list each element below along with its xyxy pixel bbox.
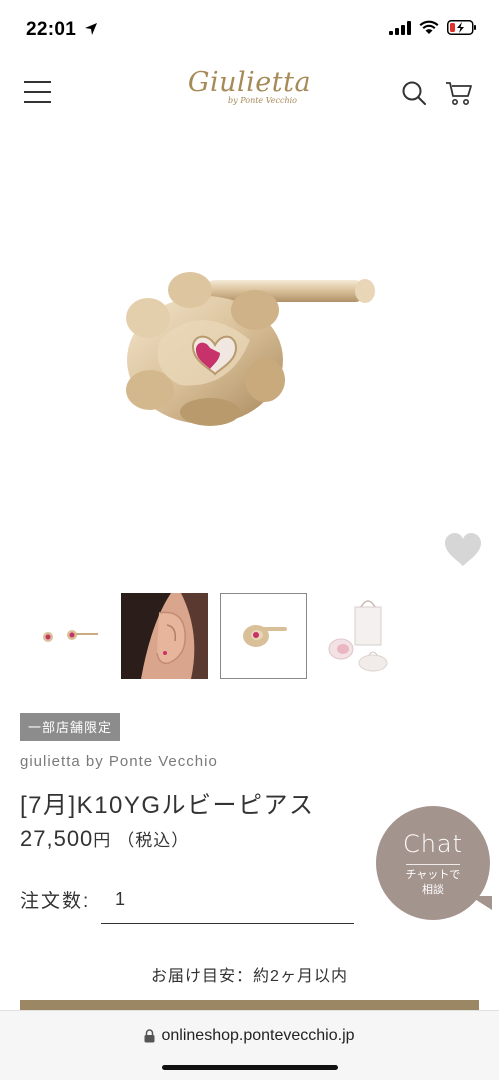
product-main-image[interactable] [0,140,499,580]
signal-icon [389,20,411,35]
lock-icon [144,1029,155,1043]
price-unit: 円 [93,831,112,850]
thumbnail-earring-pair[interactable] [22,593,109,679]
brand-name[interactable]: giulietta by Ponte Vecchio [20,753,218,770]
price-value: 27,500 [20,826,94,851]
quantity-input[interactable]: 1 [101,880,354,924]
url-row[interactable]: onlineshop.pontevecchio.jp [0,1027,499,1045]
home-indicator[interactable] [162,1065,338,1070]
location-arrow-icon [84,23,97,35]
price-row: 27,500円 （税込） [20,826,189,852]
chat-bubble-tail [470,896,492,910]
product-title: [7月]K10YGルビーピアス [20,792,315,819]
delivery-estimate: お届け目安：約2ヶ月以内 [151,968,348,985]
price-tax-note: （税込） [117,831,190,850]
chat-button[interactable]: Chat チャットで 相談 [376,806,492,920]
site-header: Giulietta by Ponte Vecchio [0,62,499,122]
favorite-heart-icon[interactable] [443,532,483,568]
status-icons [389,20,477,35]
logo-sub-text: by Ponte Vecchio [228,96,297,105]
chat-divider [406,864,460,865]
thumbnail-earring-worn[interactable] [121,593,208,679]
wifi-icon [419,20,439,34]
browser-address-bar[interactable]: onlineshop.pontevecchio.jp [0,1010,499,1080]
earring-illustration [126,272,375,426]
thumbnail-packaging[interactable] [319,593,406,679]
status-time: 22:01 [26,19,98,41]
chat-title: Chat [402,830,464,858]
chat-subtitle-line2: 相談 [422,884,444,896]
thumbnail-strip [22,593,406,679]
quantity-value: 1 [115,889,126,909]
status-bar: 22:01 [0,0,499,58]
quantity-label: 注文数: [20,891,91,912]
logo-main-text: Giulietta [187,67,312,98]
chat-subtitle-line1: チャットで [405,869,461,881]
menu-icon[interactable] [24,81,51,103]
url-text: onlineshop.pontevecchio.jp [161,1027,355,1044]
battery-icon [447,20,476,35]
thumbnail-earring-closeup[interactable] [220,593,307,679]
chat-subtitle: チャットで 相談 [376,868,490,898]
clock-text: 22:01 [26,19,77,40]
cart-icon[interactable] [445,80,473,106]
site-logo[interactable]: Giulietta by Ponte Vecchio [187,67,312,106]
search-icon[interactable] [401,80,427,106]
limited-store-badge: 一部店舗限定 [20,713,121,741]
